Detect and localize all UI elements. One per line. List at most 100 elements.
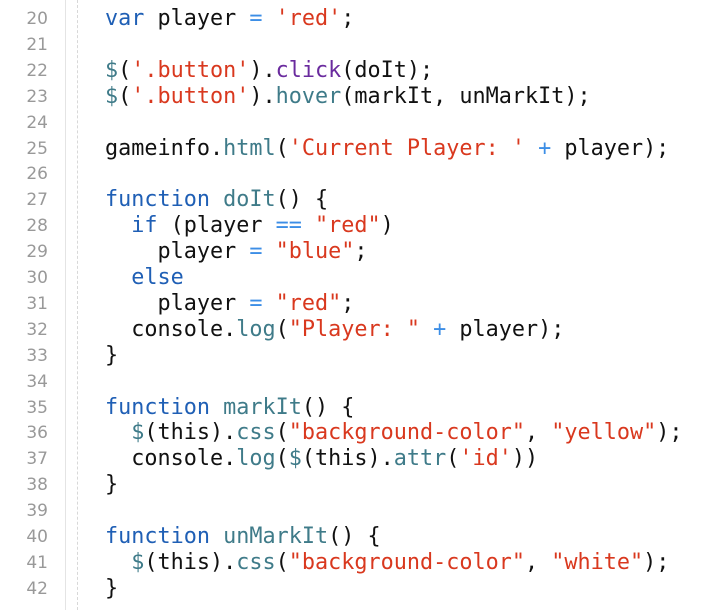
token-pl: player: [105, 290, 250, 316]
line-number: 21: [26, 34, 48, 55]
token-op: ==: [275, 213, 302, 239]
line-number: 24: [26, 112, 48, 133]
code-line[interactable]: $('.button').click(doIt);: [105, 58, 433, 83]
code-line[interactable]: console.log("Player: " + player);: [105, 317, 564, 342]
line-number: 23: [26, 86, 48, 107]
token-pl: (doIt);: [341, 57, 434, 83]
token-pl: (: [275, 135, 289, 161]
token-pl: (: [446, 446, 460, 472]
token-fn: $: [288, 446, 302, 472]
line-number: 42: [26, 578, 48, 599]
token-pl: player);: [446, 316, 565, 342]
line-number: 26: [26, 164, 48, 185]
token-pl: ,: [524, 549, 552, 575]
token-pl: ,: [524, 420, 552, 446]
token-kw: else: [131, 265, 184, 290]
token-pl: player: [105, 239, 250, 265]
token-pl: () {: [301, 394, 355, 420]
token-op: =: [249, 239, 263, 265]
token-meth: html: [223, 135, 276, 161]
code-line[interactable]: function markIt() {: [105, 395, 354, 420]
token-str: 'Current Player: ': [288, 135, 525, 161]
code-line[interactable]: var player = 'red';: [105, 6, 354, 31]
token-pl: ;: [354, 239, 368, 265]
token-pl: (: [275, 316, 289, 342]
code-line[interactable]: }: [105, 343, 118, 368]
token-meth: hover: [275, 83, 342, 109]
token-pl: );: [656, 420, 683, 446]
token-pl: (: [275, 420, 289, 446]
token-kw: function: [105, 187, 210, 213]
token-pl: (this).: [144, 549, 237, 575]
token-meth: log: [236, 316, 276, 342]
token-op: =: [249, 6, 263, 31]
code-line[interactable]: }: [105, 576, 118, 601]
token-fn: unMarkIt: [223, 524, 329, 549]
line-number: 39: [26, 501, 48, 522]
token-pl: (this).: [301, 446, 394, 472]
token-fn: doIt: [223, 187, 276, 213]
code-line[interactable]: $(this).css("background-color", "white")…: [105, 550, 669, 575]
token-meth: attr: [393, 446, 447, 472]
line-number: 28: [26, 216, 48, 237]
code-line[interactable]: player = "blue";: [105, 239, 367, 264]
token-pl: (: [118, 57, 132, 83]
line-number: 38: [26, 475, 48, 496]
code-line[interactable]: gameinfo.html('Current Player: ' + playe…: [105, 136, 669, 161]
code-line[interactable]: else: [105, 265, 184, 290]
token-str: "background-color": [288, 420, 525, 446]
line-number: 34: [26, 371, 48, 392]
token-str: "yellow": [551, 420, 657, 446]
token-fn: $: [131, 549, 145, 575]
code-line[interactable]: player = "red";: [105, 291, 354, 316]
token-fn: $: [105, 57, 119, 83]
token-pl: (markIt, unMarkIt);: [341, 83, 591, 109]
code-line[interactable]: $(this).css("background-color", "yellow"…: [105, 420, 682, 445]
token-pl: player: [144, 6, 250, 31]
token-pl: ).: [249, 83, 276, 109]
token-meth: log: [236, 446, 276, 472]
token-kw: var: [105, 6, 145, 31]
token-fn: $: [105, 83, 119, 109]
line-number: 37: [26, 449, 48, 470]
token-purple: click: [275, 57, 342, 83]
token-str: 'id': [459, 446, 512, 472]
line-number: 29: [26, 242, 48, 263]
token-pl: (player: [157, 213, 276, 239]
code-line[interactable]: console.log($(this).attr('id')): [105, 446, 538, 471]
token-kw: if: [131, 213, 158, 239]
token-pl: ): [380, 213, 394, 239]
token-pl: console.: [105, 446, 237, 472]
code-line[interactable]: if (player == "red"): [105, 213, 394, 239]
token-pl: () {: [328, 524, 381, 549]
token-meth: css: [236, 549, 276, 575]
token-pl: console.: [105, 316, 237, 342]
token-meth: css: [236, 420, 276, 446]
token-str: "red": [314, 213, 381, 239]
code-line[interactable]: function unMarkIt() {: [105, 524, 381, 549]
line-number: 35: [26, 397, 48, 418]
token-pl: player);: [551, 135, 670, 161]
token-str: '.button': [131, 57, 250, 83]
token-str: "red": [275, 290, 342, 316]
code-line[interactable]: }: [105, 472, 118, 497]
token-pl: (: [118, 83, 132, 109]
token-str: "blue": [275, 239, 355, 265]
code-line[interactable]: function doIt() {: [105, 187, 328, 212]
token-pl: ;: [341, 6, 355, 31]
token-pl: () {: [275, 187, 329, 213]
code-line[interactable]: $('.button').hover(markIt, unMarkIt);: [105, 84, 591, 109]
token-fn: markIt: [223, 394, 302, 420]
line-number: 41: [26, 552, 48, 573]
